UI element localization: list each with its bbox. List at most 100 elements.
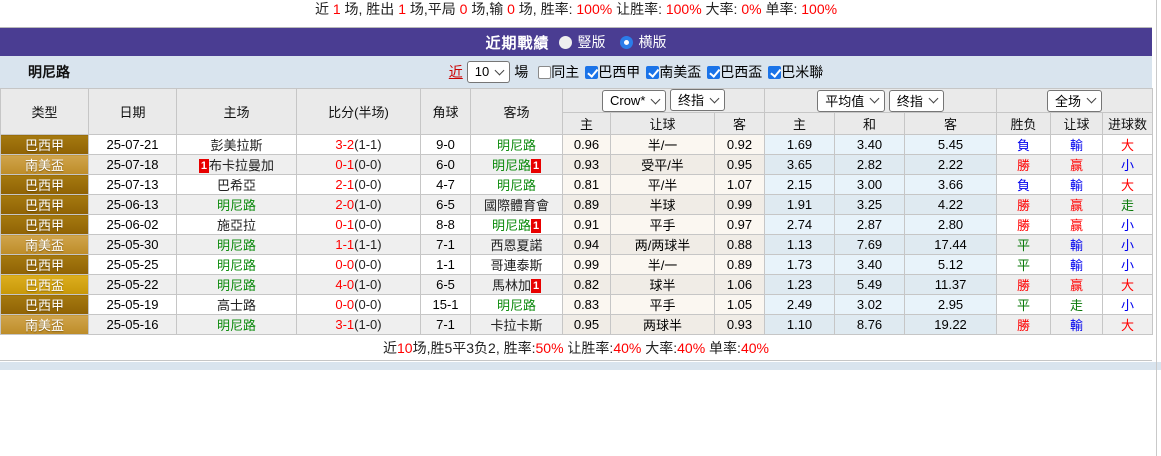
avg-draw-cell: 2.82 [835, 155, 905, 175]
filter-checkbox-南美盃[interactable]: 南美盃 [646, 62, 701, 82]
average-select[interactable]: 平均值 [817, 90, 885, 112]
filter-checkbox-巴西盃[interactable]: 巴西盃 [707, 62, 762, 82]
stats-text-segment: 100% [801, 0, 837, 19]
handicap-cell: 两/两球半 [611, 235, 715, 255]
near-link[interactable]: 近 [449, 62, 463, 82]
corner-cell: 1-1 [421, 255, 471, 275]
layout-radio-vertical[interactable]: 豎版 [559, 32, 606, 52]
radio-icon[interactable] [620, 36, 633, 49]
summary-text-segment: 场,胜5平3负2, 胜率: [413, 338, 536, 358]
result-text: 走 [1070, 298, 1083, 313]
away-team-cell: 明尼路1 [471, 155, 563, 175]
match-row: 巴西盃25-05-22明尼路4-0(1-0)6-5馬林加10.82球半1.061… [1, 275, 1153, 295]
sub-header-handicap-result: 让球 [1051, 113, 1103, 135]
home-odds-cell: 0.81 [563, 175, 611, 195]
avg-away-cell: 5.12 [905, 255, 997, 275]
result-text: 大 [1121, 178, 1134, 193]
home-odds-cell: 0.93 [563, 155, 611, 175]
odds-group-2: 平均值 终指 [765, 89, 997, 113]
col-header-type: 类型 [1, 89, 89, 135]
match-count-select[interactable]: 10 [467, 61, 510, 83]
red-card-badge: 1 [531, 159, 541, 173]
checkbox-icon[interactable] [585, 66, 598, 79]
goals-result-cell: 小 [1103, 215, 1153, 235]
fulltime-score: 3-1 [335, 317, 354, 332]
radio-label: 豎版 [578, 32, 606, 52]
result-text: 小 [1121, 158, 1134, 173]
fulltime-score: 2-1 [335, 177, 354, 192]
checkbox-label: 南美盃 [659, 62, 701, 82]
layout-radio-horizontal[interactable]: 横版 [620, 32, 667, 52]
date-cell: 25-07-21 [89, 135, 177, 155]
stats-text-segment: 场, 胜出 [341, 0, 399, 19]
filter-checkbox-巴西甲[interactable]: 巴西甲 [585, 62, 640, 82]
result-text: 輸 [1070, 138, 1083, 153]
away-team-cell: 國際體育會 [471, 195, 563, 215]
home-team-cell: 明尼路 [177, 255, 297, 275]
goals-result-cell: 大 [1103, 175, 1153, 195]
goals-result-cell: 大 [1103, 135, 1153, 155]
winloss-result-cell: 勝 [997, 315, 1051, 335]
sub-header-avg-draw: 和 [835, 113, 905, 135]
score-cell: 1-1(1-1) [297, 235, 421, 255]
handicap-result-cell: 輸 [1051, 235, 1103, 255]
score-cell: 3-2(1-1) [297, 135, 421, 155]
goals-result-cell: 大 [1103, 275, 1153, 295]
checkbox-icon[interactable] [707, 66, 720, 79]
section-header: 近期戰績 豎版横版 [0, 28, 1152, 56]
result-text: 赢 [1070, 198, 1083, 213]
avg-away-cell: 5.45 [905, 135, 997, 155]
halftime-score: (0-0) [354, 217, 381, 232]
odds-time-select-1[interactable]: 终指 [670, 89, 725, 111]
odds-source-select[interactable]: Crow* [602, 90, 666, 112]
stats-text-segment: 大率: [702, 0, 742, 19]
chevron-down-icon [710, 93, 720, 103]
filter-checkbox-巴米聯[interactable]: 巴米聯 [768, 62, 823, 82]
filter-checkbox-同主[interactable]: 同主 [538, 62, 579, 82]
score-cell: 4-0(1-0) [297, 275, 421, 295]
stats-text-segment: 场,平局 [406, 0, 460, 19]
away-team-name: 明尼路 [497, 178, 536, 193]
fulltime-score: 0-1 [335, 157, 354, 172]
result-text: 負 [1017, 178, 1030, 193]
handicap-cell: 平手 [611, 295, 715, 315]
handicap-cell: 受平/半 [611, 155, 715, 175]
handicap-result-cell: 輸 [1051, 175, 1103, 195]
away-odds-cell: 0.92 [715, 135, 765, 155]
away-odds-cell: 1.05 [715, 295, 765, 315]
league-type-cell: 巴西盃 [1, 275, 89, 295]
avg-away-cell: 2.95 [905, 295, 997, 315]
halftime-score: (0-0) [354, 257, 381, 272]
stats-text-segment: 100% [576, 0, 612, 19]
home-team-name: 明尼路 [217, 258, 256, 273]
fulltime-select[interactable]: 全场 [1047, 90, 1102, 112]
home-odds-cell: 0.89 [563, 195, 611, 215]
result-text: 小 [1121, 298, 1134, 313]
winloss-result-cell: 勝 [997, 155, 1051, 175]
league-type-cell: 巴西甲 [1, 295, 89, 315]
home-team-name: 彭美拉斯 [210, 138, 262, 153]
winloss-result-cell: 勝 [997, 275, 1051, 295]
match-row: 巴西甲25-06-02施亞拉0-1(0-0)8-8明尼路10.91平手0.972… [1, 215, 1153, 235]
result-text: 平 [1017, 238, 1030, 253]
checkbox-icon[interactable] [768, 66, 781, 79]
odds-time-select-2[interactable]: 终指 [889, 90, 944, 112]
away-team-cell: 馬林加1 [471, 275, 563, 295]
checkbox-icon[interactable] [646, 66, 659, 79]
sub-header-home-odds: 主 [563, 113, 611, 135]
radio-icon[interactable] [559, 36, 572, 49]
avg-home-cell: 1.23 [765, 275, 835, 295]
red-card-badge: 1 [199, 159, 209, 173]
away-team-name: 哥連泰斯 [490, 258, 542, 273]
score-cell: 0-0(0-0) [297, 295, 421, 315]
away-team-name: 國際體育會 [484, 198, 549, 213]
home-team-cell: 彭美拉斯 [177, 135, 297, 155]
summary-text-segment: 近 [383, 338, 397, 358]
overall-stats-bar: 近 1 场, 胜出 1 场,平局 0 场,输 0 场, 胜率: 100% 让胜率… [0, 0, 1152, 28]
chevron-down-icon [1087, 94, 1097, 104]
stats-text-segment: 1 [333, 0, 341, 19]
league-type-cell: 巴西甲 [1, 255, 89, 275]
checkbox-icon[interactable] [538, 66, 551, 79]
goals-result-cell: 小 [1103, 235, 1153, 255]
league-type-cell: 巴西甲 [1, 175, 89, 195]
